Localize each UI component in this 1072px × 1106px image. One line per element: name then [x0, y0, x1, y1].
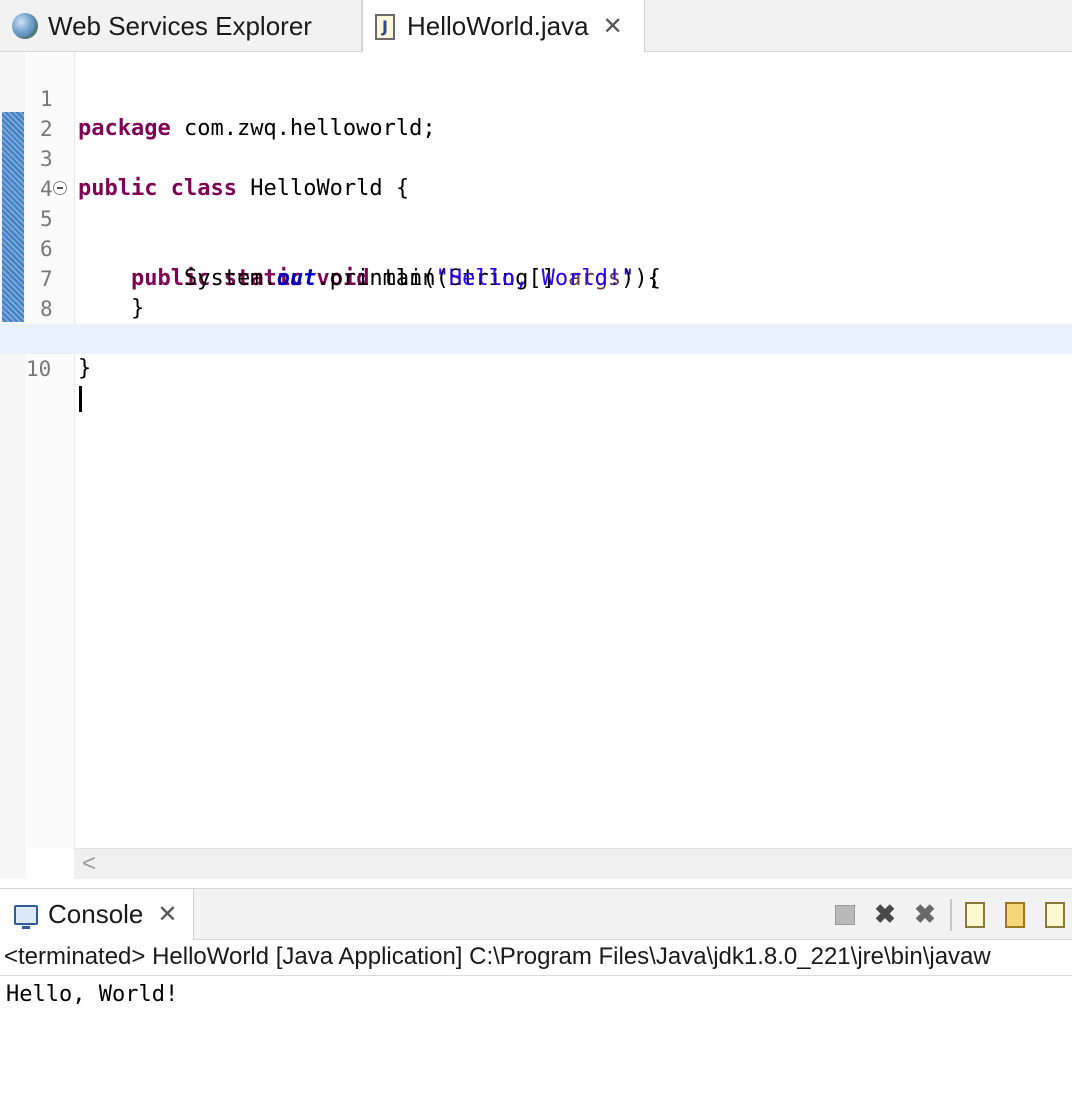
- scroll-left-icon[interactable]: <: [82, 849, 96, 879]
- console-output[interactable]: Hello, World!: [0, 976, 1072, 1106]
- globe-icon: [12, 13, 38, 39]
- fold-collapse-icon[interactable]: [53, 181, 67, 195]
- code-editor[interactable]: 1 package com.zwq.helloworld; 2 3 public…: [0, 52, 1072, 879]
- tab-web-services-explorer[interactable]: Web Services Explorer: [0, 0, 362, 52]
- toolbar-divider: [950, 898, 952, 931]
- code-text: }: [78, 356, 92, 381]
- scroll-lock-icon[interactable]: [998, 898, 1032, 932]
- code-line: 5 public static void main(String[] args)…: [0, 174, 1072, 291]
- java-file-icon: J: [375, 13, 395, 40]
- horizontal-scrollbar[interactable]: <: [74, 848, 1072, 879]
- tab-label: Web Services Explorer: [48, 10, 312, 41]
- code-line: 7 }: [0, 234, 1072, 321]
- tab-label: HelloWorld.java: [407, 11, 589, 41]
- console-icon: [14, 904, 38, 929]
- tab-helloworld-java[interactable]: J HelloWorld.java ✕: [362, 0, 645, 53]
- current-line[interactable]: 10: [0, 324, 1072, 412]
- code-line: 6 System.out.println("Hello, World!");: [0, 204, 1072, 291]
- tab-console[interactable]: Console ✕: [0, 889, 194, 940]
- text-cursor: [79, 386, 82, 412]
- remove-launch-icon[interactable]: ✖: [868, 898, 902, 932]
- code-line: 2: [0, 84, 1072, 141]
- code-line: 3 public class HelloWorld {: [0, 114, 1072, 201]
- code-line: 8: [0, 264, 1072, 321]
- terminate-icon[interactable]: [828, 898, 862, 932]
- clear-console-icon[interactable]: [958, 898, 992, 932]
- code-line: 4: [0, 144, 1072, 201]
- remove-all-terminated-icon[interactable]: ✖: [908, 898, 942, 932]
- console-toolbar: ✖ ✖: [822, 889, 1072, 940]
- code-line: 9 }: [0, 294, 1072, 381]
- pin-console-icon[interactable]: [1038, 898, 1072, 932]
- tab-label: Console: [48, 899, 144, 929]
- editor-tab-bar: Web Services Explorer J HelloWorld.java …: [0, 0, 1072, 53]
- console-tab-bar: Console ✕ ✖ ✖: [0, 888, 1072, 940]
- code-line: 1 package com.zwq.helloworld;: [0, 54, 1072, 141]
- close-icon[interactable]: ✕: [157, 900, 177, 929]
- console-process-label: <terminated> HelloWorld [Java Applicatio…: [0, 940, 1072, 976]
- close-icon[interactable]: ✕: [603, 12, 623, 41]
- line-number: 10: [26, 357, 52, 381]
